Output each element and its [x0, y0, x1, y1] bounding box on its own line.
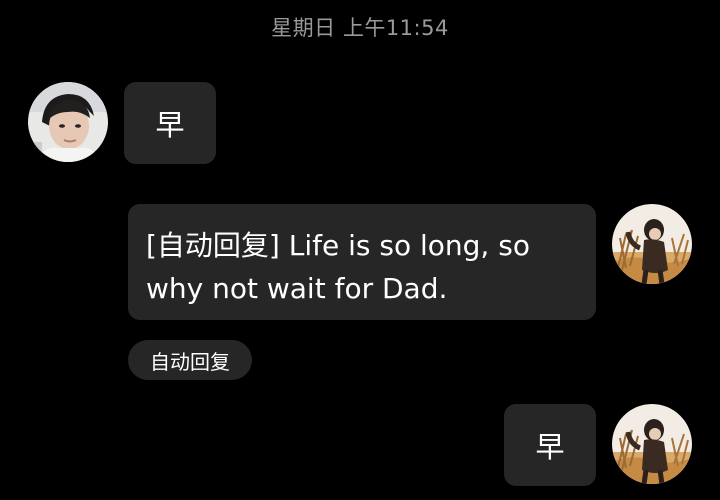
auto-reply-tag: 自动回复	[128, 340, 252, 380]
auto-reply-bubble[interactable]: [自动回复] Life is so long, so why not wait …	[128, 204, 596, 320]
self-avatar-icon[interactable]	[612, 204, 692, 284]
message-bubble[interactable]: 早	[504, 404, 596, 486]
self-avatar-icon[interactable]	[612, 404, 692, 484]
message-bubble[interactable]: 早	[124, 82, 216, 164]
contact-avatar-icon[interactable]	[28, 82, 108, 162]
message-timestamp: 星期日 上午11:54	[271, 16, 449, 40]
